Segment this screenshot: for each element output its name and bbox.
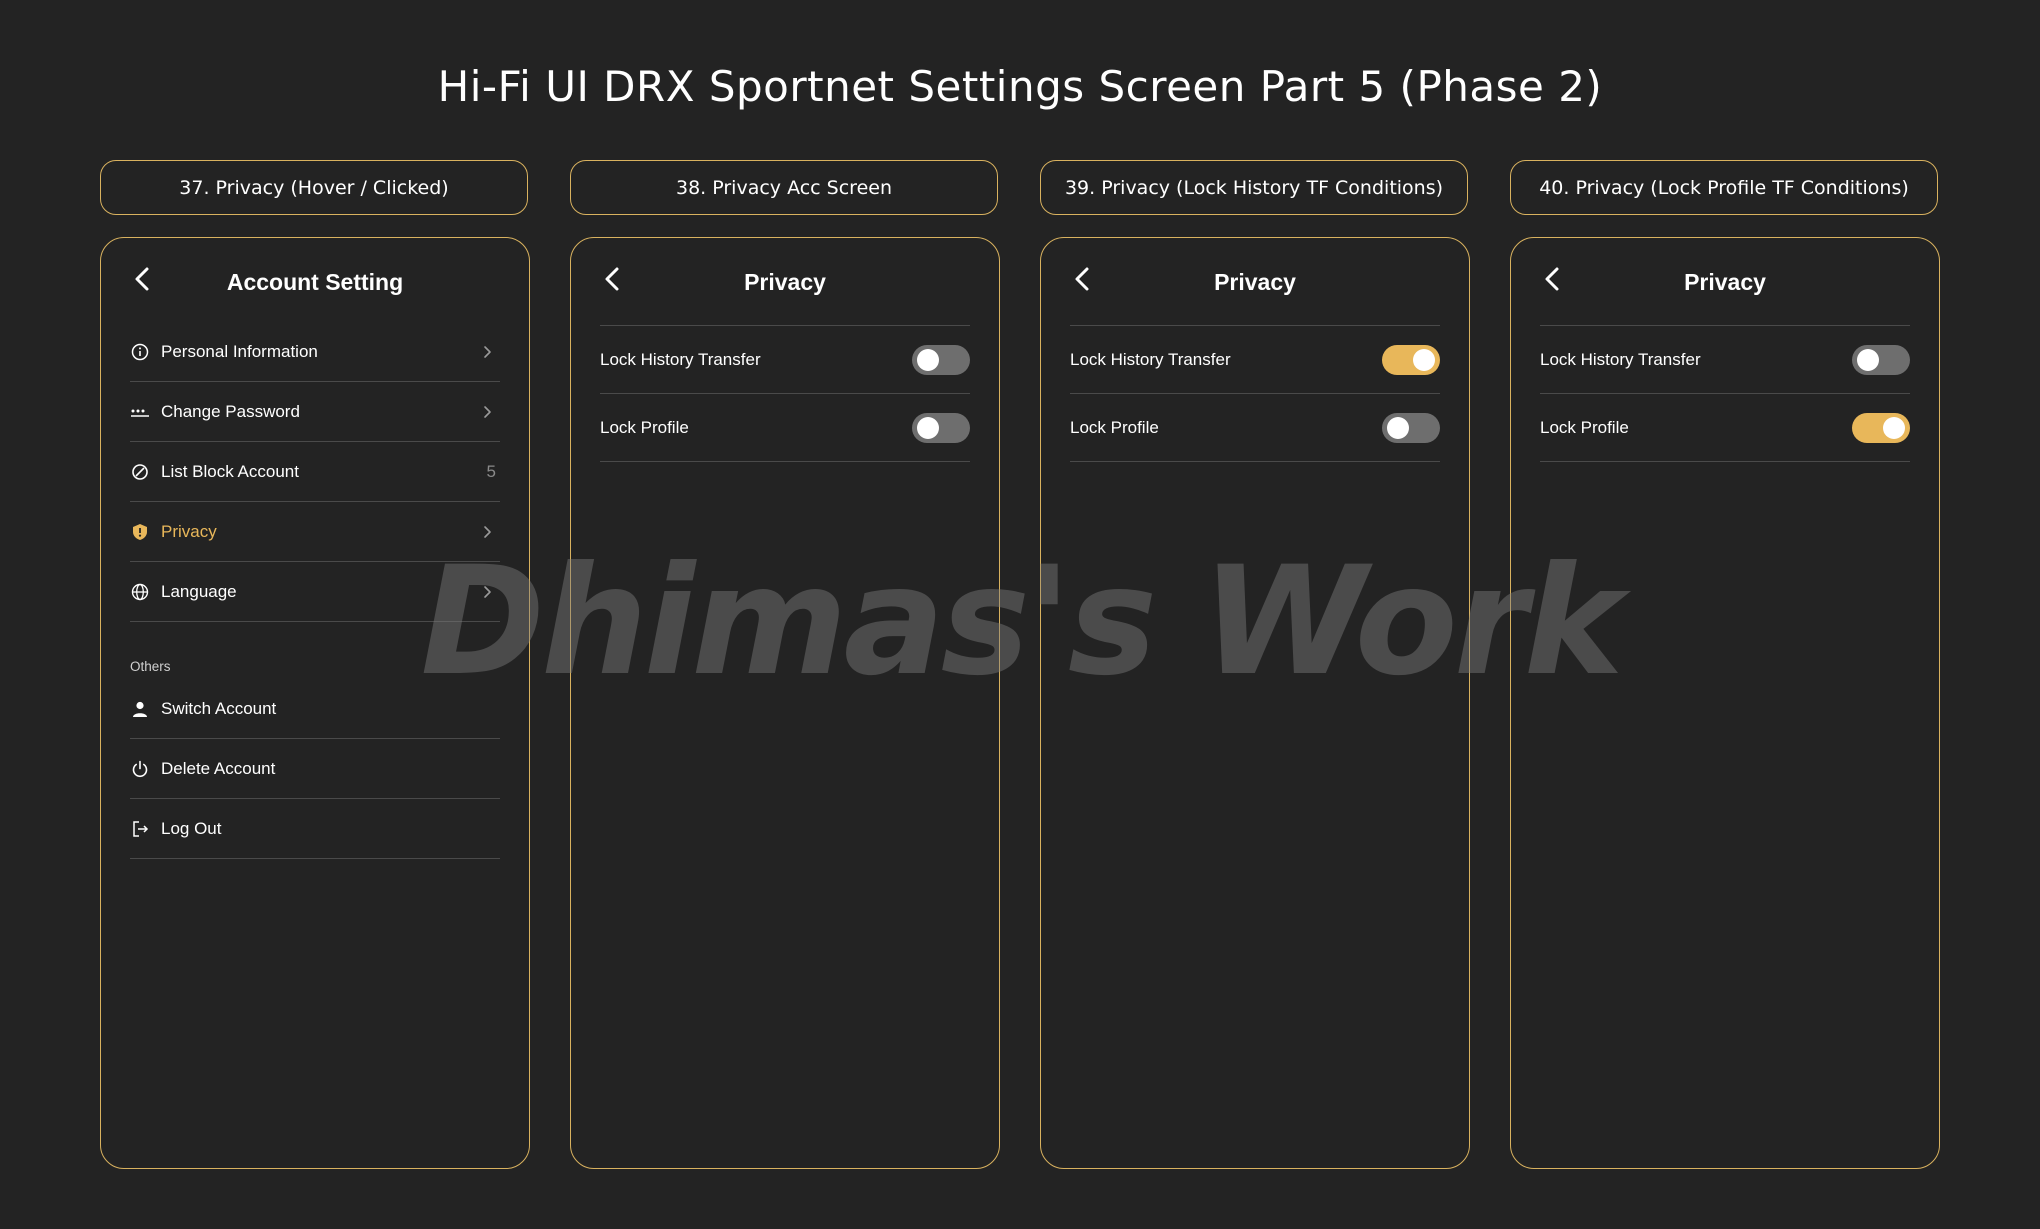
header: Privacy [1511,238,1939,328]
screen-label: 40. Privacy (Lock Profile TF Conditions) [1510,160,1938,215]
switch-knob [1883,416,1905,439]
toggle-row-lock-history-transfer: Lock History Transfer [1070,326,1440,394]
switch-knob [917,416,939,439]
toggle-label: Lock Profile [1070,417,1159,437]
menu-item-list-block-account[interactable]: List Block Account 5 [130,442,500,502]
password-dots-icon [130,402,150,422]
phone-frame: Account Setting Personal Information Cha… [100,237,530,1169]
switch-knob [1857,348,1879,371]
toggle-label: Lock History Transfer [1540,349,1701,369]
menu-item-language[interactable]: Language [130,562,500,622]
lock-history-transfer-switch[interactable] [1382,344,1440,375]
header: Privacy [1041,238,1469,328]
toggle-label: Lock History Transfer [1070,349,1231,369]
lock-profile-switch[interactable] [912,412,970,443]
block-icon [130,462,150,482]
globe-icon [130,582,150,602]
screen-title: Privacy [1214,269,1296,295]
screen-title: Account Setting [226,269,404,295]
screen-label: 37. Privacy (Hover / Clicked) [100,160,528,215]
privacy-toggles: Lock History Transfer Lock Profile [600,325,970,462]
shield-icon [130,522,150,542]
menu-item-personal-information[interactable]: Personal Information [130,322,500,382]
menu-item-label: Change Password [161,401,300,421]
menu-item-label: Personal Information [161,341,318,361]
switch-knob [1387,416,1409,439]
toggle-label: Lock History Transfer [600,349,761,369]
header: Privacy [571,238,999,328]
toggle-label: Lock Profile [1540,417,1629,437]
lock-profile-switch[interactable] [1852,412,1910,443]
toggle-row-lock-history-transfer: Lock History Transfer [600,326,970,394]
menu-item-label: Privacy [161,521,217,541]
menu-item-switch-account[interactable]: Switch Account [130,679,500,739]
chevron-right-icon [484,405,491,418]
menu-item-label: Language [161,581,237,601]
toggle-row-lock-profile: Lock Profile [1540,394,1910,462]
screen-label: 39. Privacy (Lock History TF Conditions) [1040,160,1468,215]
chevron-right-icon [484,585,491,598]
chevron-right-icon [484,345,491,358]
toggle-row-lock-profile: Lock Profile [600,394,970,462]
menu-item-privacy[interactable]: Privacy [130,502,500,562]
toggle-row-lock-history-transfer: Lock History Transfer [1540,326,1910,394]
screen-label: 38. Privacy Acc Screen [570,160,998,215]
menu-item-label: Log Out [161,818,222,838]
lock-history-transfer-switch[interactable] [912,344,970,375]
user-icon [130,699,150,719]
block-count: 5 [486,461,496,481]
screen-title: Privacy [744,269,826,295]
menu-item-label: List Block Account [161,461,299,481]
menu-item-label: Switch Account [161,698,277,718]
phone-frame: Privacy Lock History Transfer Lock Profi… [1510,237,1940,1169]
header: Account Setting [101,238,529,328]
switch-knob [917,348,939,371]
chevron-right-icon [484,525,491,538]
screen-title: Privacy [1684,269,1766,295]
privacy-toggles: Lock History Transfer Lock Profile [1070,325,1440,462]
phone-frame: Privacy Lock History Transfer Lock Profi… [1040,237,1470,1169]
toggle-label: Lock Profile [600,417,689,437]
logout-icon [130,819,150,839]
toggle-row-lock-profile: Lock Profile [1070,394,1440,462]
power-icon [130,759,150,779]
menu-item-delete-account[interactable]: Delete Account [130,739,500,799]
switch-knob [1413,348,1435,371]
phone-frame: Privacy Lock History Transfer Lock Profi… [570,237,1000,1169]
page-title: Hi-Fi UI DRX Sportnet Settings Screen Pa… [437,62,1603,111]
privacy-toggles: Lock History Transfer Lock Profile [1540,325,1910,462]
menu-item-log-out[interactable]: Log Out [130,799,500,859]
settings-menu: Personal Information Change Password Lis… [130,322,500,859]
section-label-others: Others [130,659,171,674]
info-circle-icon [130,342,150,362]
menu-item-label: Delete Account [161,758,276,778]
menu-item-change-password[interactable]: Change Password [130,382,500,442]
lock-history-transfer-switch[interactable] [1852,344,1910,375]
lock-profile-switch[interactable] [1382,412,1440,443]
